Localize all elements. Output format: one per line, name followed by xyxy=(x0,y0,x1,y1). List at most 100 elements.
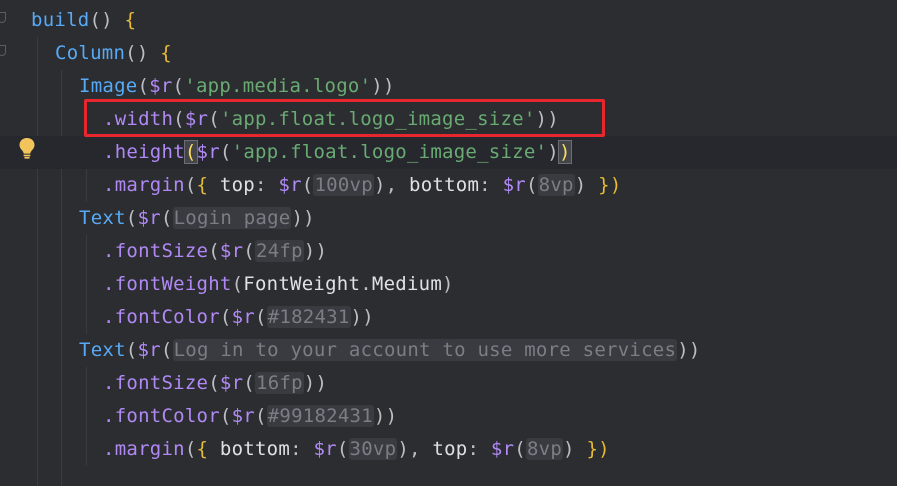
code-line[interactable]: Text($r(Log in to your account to use mo… xyxy=(0,334,897,367)
code-token: . xyxy=(360,273,372,295)
code-token: ) xyxy=(574,174,599,196)
code-text: .fontSize($r(24fp)) xyxy=(103,235,327,268)
lightbulb-icon[interactable] xyxy=(18,137,36,159)
code-token: () xyxy=(89,9,125,31)
code-token: .fontSize xyxy=(103,372,209,394)
code-token: ) xyxy=(373,174,386,196)
code-token: .height xyxy=(103,141,185,163)
code-token: $r xyxy=(149,75,173,97)
code-token: Text xyxy=(79,339,126,361)
code-token: )) xyxy=(303,372,328,394)
code-token: : xyxy=(255,174,279,196)
inline-value-hint: 30vp xyxy=(348,438,398,460)
code-token: Image xyxy=(79,75,138,97)
code-token: .fontColor xyxy=(103,405,220,427)
code-token: ( xyxy=(208,372,220,394)
code-token: top xyxy=(219,174,255,196)
code-editor[interactable]: build() {Column() {Image($r('app.media.l… xyxy=(0,0,897,486)
code-token: $r xyxy=(196,141,220,163)
code-token: ( xyxy=(137,75,150,97)
code-token: bottom xyxy=(219,438,291,460)
code-token: ( xyxy=(183,140,198,164)
code-token: ( xyxy=(243,372,255,394)
code-token: ( xyxy=(219,141,232,163)
code-token: { xyxy=(196,174,220,196)
code-token: ) xyxy=(442,273,454,295)
code-token: ( xyxy=(125,207,138,229)
inline-value-hint: Login page xyxy=(172,207,292,229)
code-text: Text($r(Log in to your account to use mo… xyxy=(79,334,701,367)
inline-value-hint: #182431 xyxy=(266,306,351,328)
code-token: { xyxy=(124,9,137,31)
code-token: )) xyxy=(350,306,374,328)
code-line[interactable]: .fontColor($r(#99182431)) xyxy=(0,400,897,433)
code-token: ( xyxy=(336,438,349,460)
code-token: ( xyxy=(254,306,267,328)
code-token: .fontColor xyxy=(103,306,220,328)
code-token: ( xyxy=(219,306,232,328)
code-token: .fontSize xyxy=(103,240,209,262)
inline-value-hint: #99182431 xyxy=(266,405,374,427)
code-text: Text($r(Login page)) xyxy=(79,202,315,235)
code-token: () xyxy=(125,42,161,64)
code-token: ( xyxy=(172,75,185,97)
code-text: .fontColor($r(#182431)) xyxy=(103,301,374,334)
code-text: .margin({ top: $r(100vp), bottom: $r(8vp… xyxy=(103,169,622,202)
code-token: $r xyxy=(219,372,244,394)
code-token: ( xyxy=(208,240,220,262)
code-token: $r xyxy=(231,306,255,328)
inline-value-hint: Log in to your account to use more servi… xyxy=(172,339,678,361)
code-line[interactable]: build() { xyxy=(0,4,897,37)
code-token: ( xyxy=(160,207,173,229)
code-line[interactable]: Text($r(Login page)) xyxy=(0,202,897,235)
code-token: ( xyxy=(243,240,255,262)
code-line[interactable]: Column() { xyxy=(0,37,897,70)
inline-value-hint: 16fp xyxy=(255,372,304,394)
code-line[interactable]: .fontWeight(FontWeight.Medium) xyxy=(0,268,897,301)
code-line[interactable]: .height($r('app.float.logo_image_size')) xyxy=(0,136,897,169)
code-token: )) xyxy=(373,405,398,427)
code-token: $r xyxy=(137,339,161,361)
code-token: )) xyxy=(677,339,701,361)
code-token: $r xyxy=(490,438,515,460)
code-token: )) xyxy=(371,75,395,97)
code-line[interactable]: .fontColor($r(#182431)) xyxy=(0,301,897,334)
inline-value-hint: 24fp xyxy=(255,240,304,262)
code-token: }) xyxy=(598,174,622,196)
code-token: ( xyxy=(219,405,232,427)
code-token: ( xyxy=(301,174,314,196)
code-token: ) xyxy=(563,438,587,460)
code-token: bottom xyxy=(409,174,480,196)
inline-value-hint: 100vp xyxy=(313,174,374,196)
code-token: .margin xyxy=(103,174,185,196)
code-token: ( xyxy=(184,438,197,460)
code-token: }) xyxy=(586,438,610,460)
code-line[interactable]: .margin({ bottom: $r(30vp), top: $r(8vp)… xyxy=(0,433,897,466)
code-token: ( xyxy=(184,174,197,196)
code-token: ( xyxy=(514,438,526,460)
code-line[interactable]: .margin({ top: $r(100vp), bottom: $r(8vp… xyxy=(0,169,897,202)
code-token: FontWeight xyxy=(243,273,361,295)
code-token: ( xyxy=(254,405,267,427)
code-token: )) xyxy=(303,240,328,262)
code-line[interactable]: .fontSize($r(24fp)) xyxy=(0,235,897,268)
code-line[interactable]: .fontSize($r(16fp)) xyxy=(0,367,897,400)
code-token: build xyxy=(31,9,90,31)
code-token: ) xyxy=(557,140,572,164)
code-token: ( xyxy=(160,339,173,361)
code-token: ) xyxy=(397,438,410,460)
code-token: ( xyxy=(231,273,244,295)
code-token: $r xyxy=(278,174,302,196)
annotation-highlight-box xyxy=(84,99,605,137)
code-token: .fontWeight xyxy=(103,273,232,295)
code-token: $r xyxy=(231,405,255,427)
code-token: : xyxy=(479,174,503,196)
code-token: $r xyxy=(137,207,161,229)
code-text: .fontWeight(FontWeight.Medium) xyxy=(103,268,454,301)
code-token: 'app.float.logo_image_size' xyxy=(231,141,548,163)
code-text: .fontColor($r(#99182431)) xyxy=(103,400,397,433)
code-token: : xyxy=(290,438,314,460)
code-text: Column() { xyxy=(55,37,172,70)
code-token: : xyxy=(467,438,491,460)
code-token: top xyxy=(432,438,468,460)
